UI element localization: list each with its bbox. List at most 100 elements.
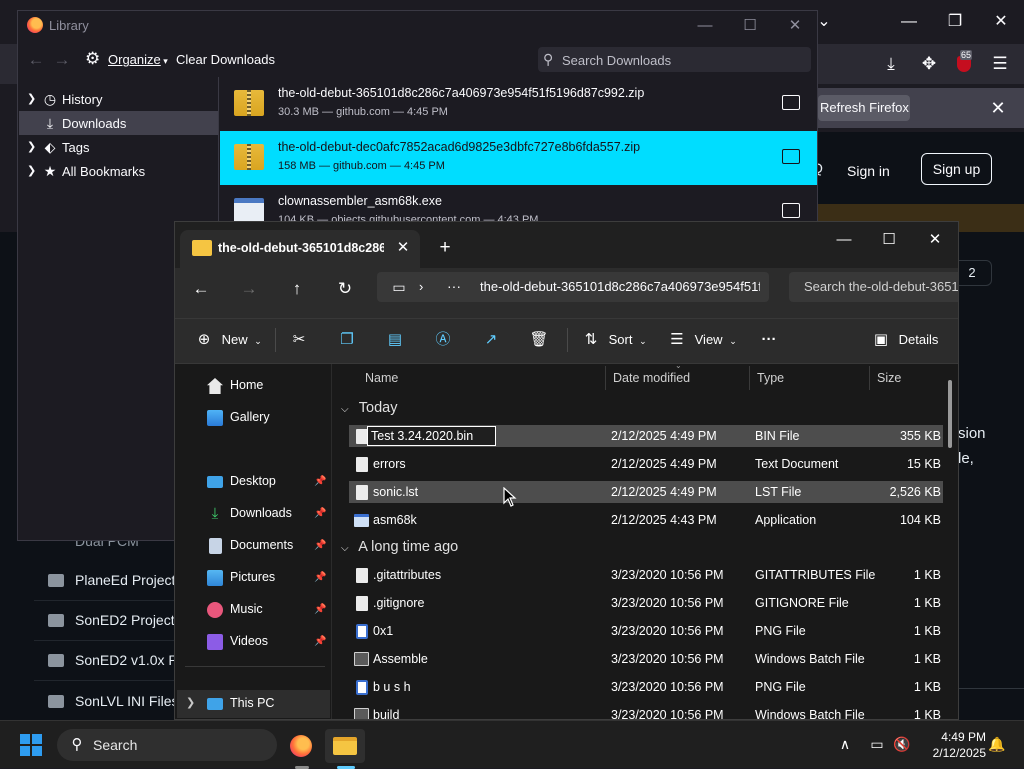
file-row[interactable]: 0x1 3/23/2020 10:56 PM PNG File 1 KB (349, 620, 943, 642)
vertical-scrollbar-thumb[interactable] (948, 380, 952, 448)
rename-input[interactable] (367, 426, 496, 446)
new-button[interactable]: ⊕ New ⌄ (194, 326, 262, 354)
maximize-icon[interactable]: ☐ (872, 226, 906, 254)
delete-button[interactable]: 🗑 (529, 326, 549, 354)
column-divider[interactable] (869, 366, 870, 390)
file-row[interactable]: .gitignore 3/23/2020 10:56 PM GITIGNORE … (349, 592, 943, 614)
restore-icon[interactable]: ❐ (943, 10, 967, 34)
repo-file-row[interactable]: SonLVL INI Files (34, 682, 179, 722)
extensions-icon[interactable]: ✥ (917, 52, 941, 76)
download-item[interactable]: the-old-debut-365101d8c286c7a406973e954f… (220, 77, 817, 131)
tree-item-downloads[interactable]: ⤓ Downloads (19, 111, 218, 135)
back-arrow-icon[interactable]: ← (25, 49, 47, 71)
forward-arrow-icon[interactable]: → (51, 49, 73, 71)
forward-arrow-icon[interactable]: → (231, 273, 267, 305)
more-options-button[interactable]: ··· (759, 326, 779, 354)
open-folder-icon[interactable] (782, 203, 800, 218)
nav-item-home[interactable]: Home (177, 372, 330, 400)
nav-item-downloads[interactable]: ⤓ Downloads 📌 (177, 500, 330, 528)
file-row[interactable]: b u s h 3/23/2020 10:56 PM PNG File 1 KB (349, 676, 943, 698)
group-header-today[interactable]: ⌵ Today (341, 397, 397, 419)
close-icon[interactable]: ✕ (783, 15, 807, 37)
column-header-type[interactable]: Type (757, 364, 784, 392)
column-header-name[interactable]: Name (365, 364, 398, 392)
organize-menu-button[interactable]: Organize ▾ (108, 52, 168, 67)
network-icon[interactable]: ▭ (866, 733, 888, 755)
expand-chevron-icon[interactable]: ❯ (27, 163, 39, 179)
open-folder-icon[interactable] (782, 95, 800, 110)
search-downloads-field[interactable]: ⚲ Search Downloads (538, 47, 811, 72)
repo-file-row[interactable]: SonED2 Projects (34, 601, 182, 641)
notification-bell-icon[interactable]: 🔔 (986, 733, 1008, 755)
maximize-icon[interactable]: ☐ (738, 15, 762, 37)
refresh-firefox-button[interactable]: Refresh Firefox… (818, 95, 910, 121)
sign-up-button[interactable]: Sign up (921, 153, 992, 185)
pin-icon[interactable]: 📌 (314, 571, 326, 585)
taskbar-firefox-button[interactable] (281, 729, 321, 769)
address-bar[interactable]: ▭ › ··· the-old-debut-365101d8c286c7a406… (377, 272, 769, 302)
more-breadcrumbs-icon[interactable]: ··· (447, 276, 467, 296)
copy-button[interactable]: ❐ (337, 326, 357, 354)
expand-chevron-icon[interactable]: ❯ (186, 696, 196, 712)
column-divider[interactable] (605, 366, 606, 390)
minimize-icon[interactable]: — (897, 10, 921, 34)
tree-item-history[interactable]: ❯ ◷ History (19, 87, 218, 111)
pin-icon[interactable]: 📌 (314, 539, 326, 553)
file-row[interactable]: .gitattributes 3/23/2020 10:56 PM GITATT… (349, 564, 943, 586)
ublock-icon[interactable]: 65 (952, 50, 976, 76)
repo-file-row[interactable]: SonED2 v1.0x Pr (34, 641, 182, 681)
repo-file-row[interactable]: PlaneEd Projects (34, 561, 182, 601)
volume-muted-icon[interactable]: 🔇 (891, 733, 913, 755)
open-folder-icon[interactable] (782, 149, 800, 164)
refresh-icon[interactable]: ↻ (327, 273, 363, 305)
download-item[interactable]: the-old-debut-dec0afc7852acad6d9825e3dbf… (220, 131, 817, 185)
taskbar-file-explorer-button[interactable] (325, 729, 365, 769)
sign-in-link[interactable]: Sign in (847, 158, 907, 184)
notification-close-icon[interactable]: ✕ (986, 96, 1010, 120)
close-icon[interactable]: ✕ (918, 226, 952, 254)
nav-item-gallery[interactable]: Gallery (177, 404, 330, 432)
clear-downloads-button[interactable]: Clear Downloads (176, 52, 275, 67)
pin-icon[interactable]: 📌 (314, 475, 326, 489)
pin-icon[interactable]: 📌 (314, 635, 326, 649)
nav-item-pictures[interactable]: Pictures 📌 (177, 564, 330, 592)
pin-icon[interactable]: 📌 (314, 603, 326, 617)
nav-item-music[interactable]: Music 📌 (177, 596, 330, 624)
nav-item-desktop[interactable]: Desktop 📌 (177, 468, 330, 496)
column-divider[interactable] (749, 366, 750, 390)
paste-button[interactable]: ▤ (385, 326, 405, 354)
file-row[interactable]: errors 2/12/2025 4:49 PM Text Document 1… (349, 453, 943, 475)
column-header-size[interactable]: Size (877, 364, 901, 392)
nav-item-documents[interactable]: Documents 📌 (177, 532, 330, 560)
back-arrow-icon[interactable]: ← (183, 273, 219, 305)
expand-chevron-icon[interactable]: ❯ (27, 91, 39, 107)
nav-item-this-pc[interactable]: ❯ This PC (177, 690, 330, 718)
details-pane-button[interactable]: ▣ Details (871, 326, 938, 354)
explorer-tab[interactable]: the-old-debut-365101d8c286c7a406973e954f… (180, 230, 420, 268)
expand-chevron-icon[interactable]: ❯ (27, 139, 39, 155)
show-hidden-icons-chevron-icon[interactable]: ∧ (834, 733, 856, 755)
minimize-icon[interactable]: — (693, 15, 717, 37)
minimize-icon[interactable]: — (827, 226, 861, 254)
share-button[interactable]: ↗ (481, 326, 501, 354)
menu-icon[interactable]: ☰ (988, 52, 1012, 76)
windows-start-icon[interactable] (20, 734, 42, 756)
rename-button[interactable]: Ⓐ (433, 326, 453, 354)
close-icon[interactable]: ✕ (989, 10, 1013, 34)
file-row-hovered[interactable]: sonic.lst 2/12/2025 4:49 PM LST File 2,5… (349, 481, 943, 503)
cut-button[interactable]: ✂ (289, 326, 309, 354)
system-clock[interactable]: 4:49 PM 2/12/2025 (916, 729, 986, 761)
tree-item-tags[interactable]: ❯ ⬖ Tags (19, 135, 218, 159)
file-row[interactable]: Assemble 3/23/2020 10:56 PM Windows Batc… (349, 648, 943, 670)
view-button[interactable]: ☰ View ⌄ (667, 326, 736, 354)
nav-item-videos[interactable]: Videos 📌 (177, 628, 330, 656)
downloads-icon[interactable]: ⤓ (879, 52, 903, 76)
sort-button[interactable]: ⇅ Sort ⌄ (581, 326, 647, 354)
file-row-renaming[interactable]: 2/12/2025 4:49 PM BIN File 355 KB (349, 425, 943, 447)
explorer-search-field[interactable]: Search the-old-debut-365101d8c286c7a4069… (789, 272, 958, 302)
up-arrow-icon[interactable]: ↑ (279, 273, 315, 305)
tab-close-icon[interactable]: ✕ (392, 237, 414, 259)
pin-icon[interactable]: 📌 (314, 507, 326, 521)
tree-item-all-bookmarks[interactable]: ❯ ★ All Bookmarks (19, 159, 218, 183)
file-row[interactable]: build 3/23/2020 10:56 PM Windows Batch F… (349, 704, 943, 719)
